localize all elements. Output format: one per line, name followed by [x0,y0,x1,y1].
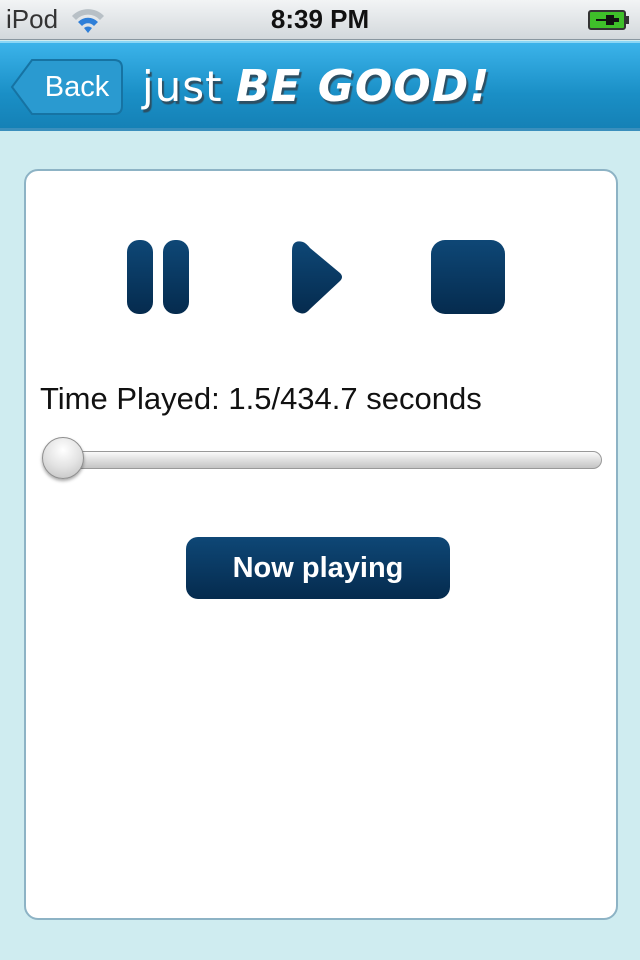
pause-icon [127,240,189,314]
stop-button[interactable] [430,239,506,315]
navigation-bar: Back just BE GOOD! [0,41,640,131]
pause-button[interactable] [126,239,192,315]
clock: 8:39 PM [270,4,370,34]
play-icon [292,241,342,314]
back-button-label: Back [44,71,110,103]
page-title: just BE GOOD! [142,61,490,112]
player-card: Time Played: 1.5/434.7 seconds Now playi… [24,169,618,920]
play-button[interactable] [290,239,346,315]
slider-track[interactable] [50,451,602,469]
playback-slider[interactable] [40,433,602,481]
now-playing-button[interactable]: Now playing [186,537,450,599]
stop-icon [431,240,505,314]
back-button[interactable]: Back [10,57,124,117]
battery-charging-icon [588,10,629,30]
status-bar: iPod 8:39 PM [0,0,640,40]
time-played-label: Time Played: 1.5/434.7 seconds [40,381,482,416]
slider-thumb[interactable] [41,437,84,479]
title-prefix: just [142,62,223,111]
title-emphasis: BE GOOD! [235,61,491,112]
